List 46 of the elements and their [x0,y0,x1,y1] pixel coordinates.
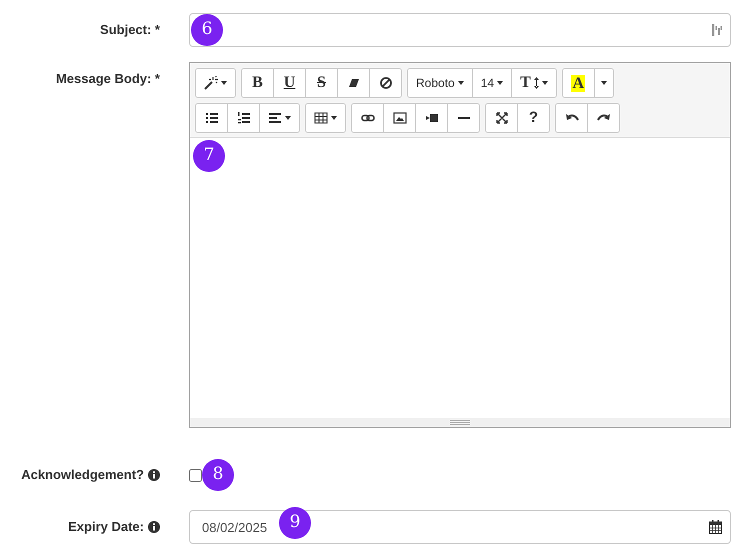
clear-format-icon [378,76,392,90]
field-label: Subject: * [100,21,160,40]
help-button[interactable]: ? [517,103,550,133]
dropdown-button[interactable]: Roboto [407,68,473,98]
text-color-button[interactable]: A [562,68,595,98]
calendar-icon [709,520,722,534]
align-icon [268,111,282,125]
toolbar-button[interactable] [227,103,260,133]
toolbar-button[interactable] [587,103,620,133]
field-label: Message Body: * [56,70,160,88]
strikethrough-button[interactable]: S [305,68,338,98]
step-number-badge: 7 [193,140,225,172]
field-label: Expiry Date: [68,518,144,536]
toolbar-button[interactable] [485,103,518,133]
bold-button[interactable]: B [241,68,274,98]
underline-button[interactable]: U [273,68,306,98]
line-height-button[interactable]: T [511,68,557,98]
image-icon [392,111,406,125]
dropdown-toggle[interactable] [594,68,614,98]
bullet-list-icon [204,111,218,125]
video-icon [424,111,438,125]
acknowledgement-checkbox[interactable] [189,468,202,482]
toolbar-button[interactable] [447,103,480,133]
toolbar-button[interactable] [195,68,236,98]
table-icon [314,111,328,125]
magic-wand-icon [204,76,218,90]
subject-field[interactable] [189,13,731,47]
dropdown-button[interactable]: 14 [472,68,512,98]
numbered-list-icon [236,111,250,125]
toolbar-button[interactable] [305,103,346,133]
arrows-icon [534,77,539,89]
step-number-badge: 8 [202,459,234,491]
toolbar-button[interactable] [337,68,370,98]
toolbar-button[interactable] [383,103,416,133]
field-label: Acknowledgement? [21,466,144,484]
toolbar-button[interactable] [351,103,384,133]
toolbar-button[interactable] [259,103,300,133]
toolbar-button[interactable] [555,103,588,133]
fullscreen-icon [494,111,508,125]
autofill-icon [712,23,722,37]
editor-content-area[interactable]: 7 [190,138,730,418]
resize-grip-icon [450,420,470,425]
toolbar-button[interactable] [195,103,228,133]
toolbar-button[interactable] [415,103,448,133]
toolbar-button[interactable] [369,68,402,98]
eraser-icon [346,76,360,90]
